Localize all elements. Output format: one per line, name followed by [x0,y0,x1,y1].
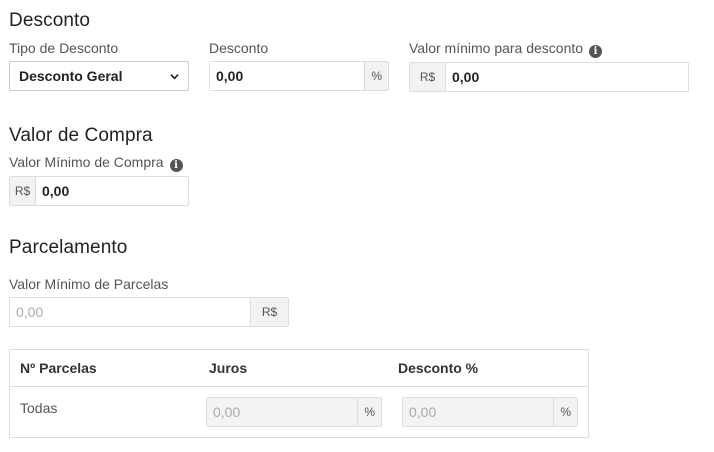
valor-minimo-compra-label: Valor Mínimo de Compra i [9,154,183,172]
valor-minimo-compra-text: Valor Mínimo de Compra [9,154,164,170]
compra-section-title: Valor de Compra [9,125,153,146]
parcelamento-section-title: Parcelamento [9,237,128,258]
valor-minimo-desconto-input[interactable]: 0,00 [446,63,688,91]
chevron-down-icon [170,73,179,79]
valor-minimo-compra-group: R$ 0,00 [9,176,189,206]
desconto-row-input[interactable]: 0,00 [403,398,554,426]
parcelas-table: Nº Parcelas Juros Desconto % Todas 0,00 … [9,349,589,438]
desconto-input[interactable]: 0,00 [210,62,364,90]
desconto-row-input-group: 0,00 % [402,397,578,427]
cell-parcelas: Todas [20,400,58,416]
juros-input[interactable]: 0,00 [207,398,358,426]
header-desconto: Desconto % [398,360,479,376]
currency-addon: R$ [10,177,36,205]
currency-addon: R$ [250,298,288,326]
desconto-input-group: 0,00 % [209,61,389,91]
header-juros: Juros [209,360,248,376]
percent-addon: % [553,398,577,426]
valor-minimo-parcelas-group: 0,00 R$ [9,297,289,327]
header-parcelas: Nº Parcelas [20,360,97,376]
valor-minimo-desconto-label: Valor mínimo para desconto i [409,40,603,58]
valor-minimo-desconto-group: R$ 0,00 [409,62,689,92]
tipo-desconto-value: Desconto Geral [19,68,123,84]
info-icon[interactable]: i [589,45,603,58]
juros-input-group: 0,00 % [206,397,382,427]
tipo-desconto-label: Tipo de Desconto [9,40,119,56]
valor-minimo-parcelas-label: Valor Mínimo de Parcelas [9,276,169,292]
desconto-section-title: Desconto [9,10,91,31]
valor-minimo-parcelas-input[interactable]: 0,00 [10,298,250,326]
info-icon[interactable]: i [169,159,183,172]
currency-addon: R$ [410,63,446,91]
percent-addon: % [364,62,388,90]
percent-addon: % [357,398,381,426]
desconto-label: Desconto [209,40,269,56]
valor-minimo-compra-input[interactable]: 0,00 [36,177,188,205]
valor-minimo-desconto-text: Valor mínimo para desconto [409,40,584,56]
table-header: Nº Parcelas Juros Desconto % [10,350,588,387]
tipo-desconto-select[interactable]: Desconto Geral [9,61,189,91]
